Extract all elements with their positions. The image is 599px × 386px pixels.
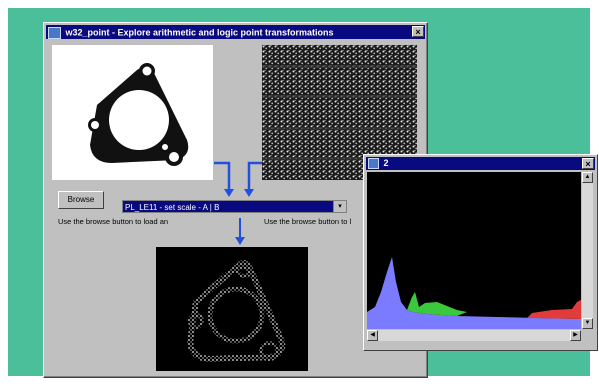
arrow-down-icon <box>224 189 234 197</box>
transform-select-value: PL_LE11 - set scale - A | B <box>125 203 220 212</box>
histogram-graph <box>367 257 581 329</box>
histogram-green-series <box>407 292 467 316</box>
histogram-red-series <box>527 300 581 319</box>
histogram-titlebar[interactable]: 2 × <box>366 157 595 170</box>
histogram-plot <box>367 172 581 329</box>
window-app-icon <box>48 26 61 39</box>
scroll-arrow-icon[interactable]: ▼ <box>582 318 593 329</box>
close-icon[interactable]: × <box>582 158 594 169</box>
result-image <box>156 247 308 371</box>
gasket-shape <box>88 63 189 166</box>
histogram-window-title: 2 <box>383 158 389 168</box>
horizontal-scrollbar[interactable]: ◀ ▶ <box>367 330 581 341</box>
browse-button[interactable]: Browse <box>58 191 104 209</box>
scroll-arrow-icon[interactable]: ▶ <box>570 330 581 341</box>
result-edges <box>186 260 286 363</box>
source-image <box>52 45 213 180</box>
desktop: w32_point - Explore arithmetic and logic… <box>8 8 598 378</box>
main-window-title: w32_point - Explore arithmetic and logic… <box>65 27 334 38</box>
close-icon[interactable]: × <box>412 26 424 37</box>
transform-select[interactable]: PL_LE11 - set scale - A | B ▾ <box>122 200 347 213</box>
main-titlebar[interactable]: w32_point - Explore arithmetic and logic… <box>46 25 425 39</box>
scroll-arrow-icon[interactable]: ◀ <box>367 330 378 341</box>
histogram-window: 2 × ▲ ▼ ◀ ▶ <box>363 154 598 351</box>
dropdown-arrow-icon[interactable]: ▾ <box>333 201 346 212</box>
window-app-icon <box>368 158 379 170</box>
scroll-arrow-icon[interactable]: ▲ <box>582 172 593 183</box>
hint-text-left: Use the browse button to load an <box>58 217 169 226</box>
vertical-scrollbar[interactable]: ▲ ▼ <box>582 172 593 329</box>
